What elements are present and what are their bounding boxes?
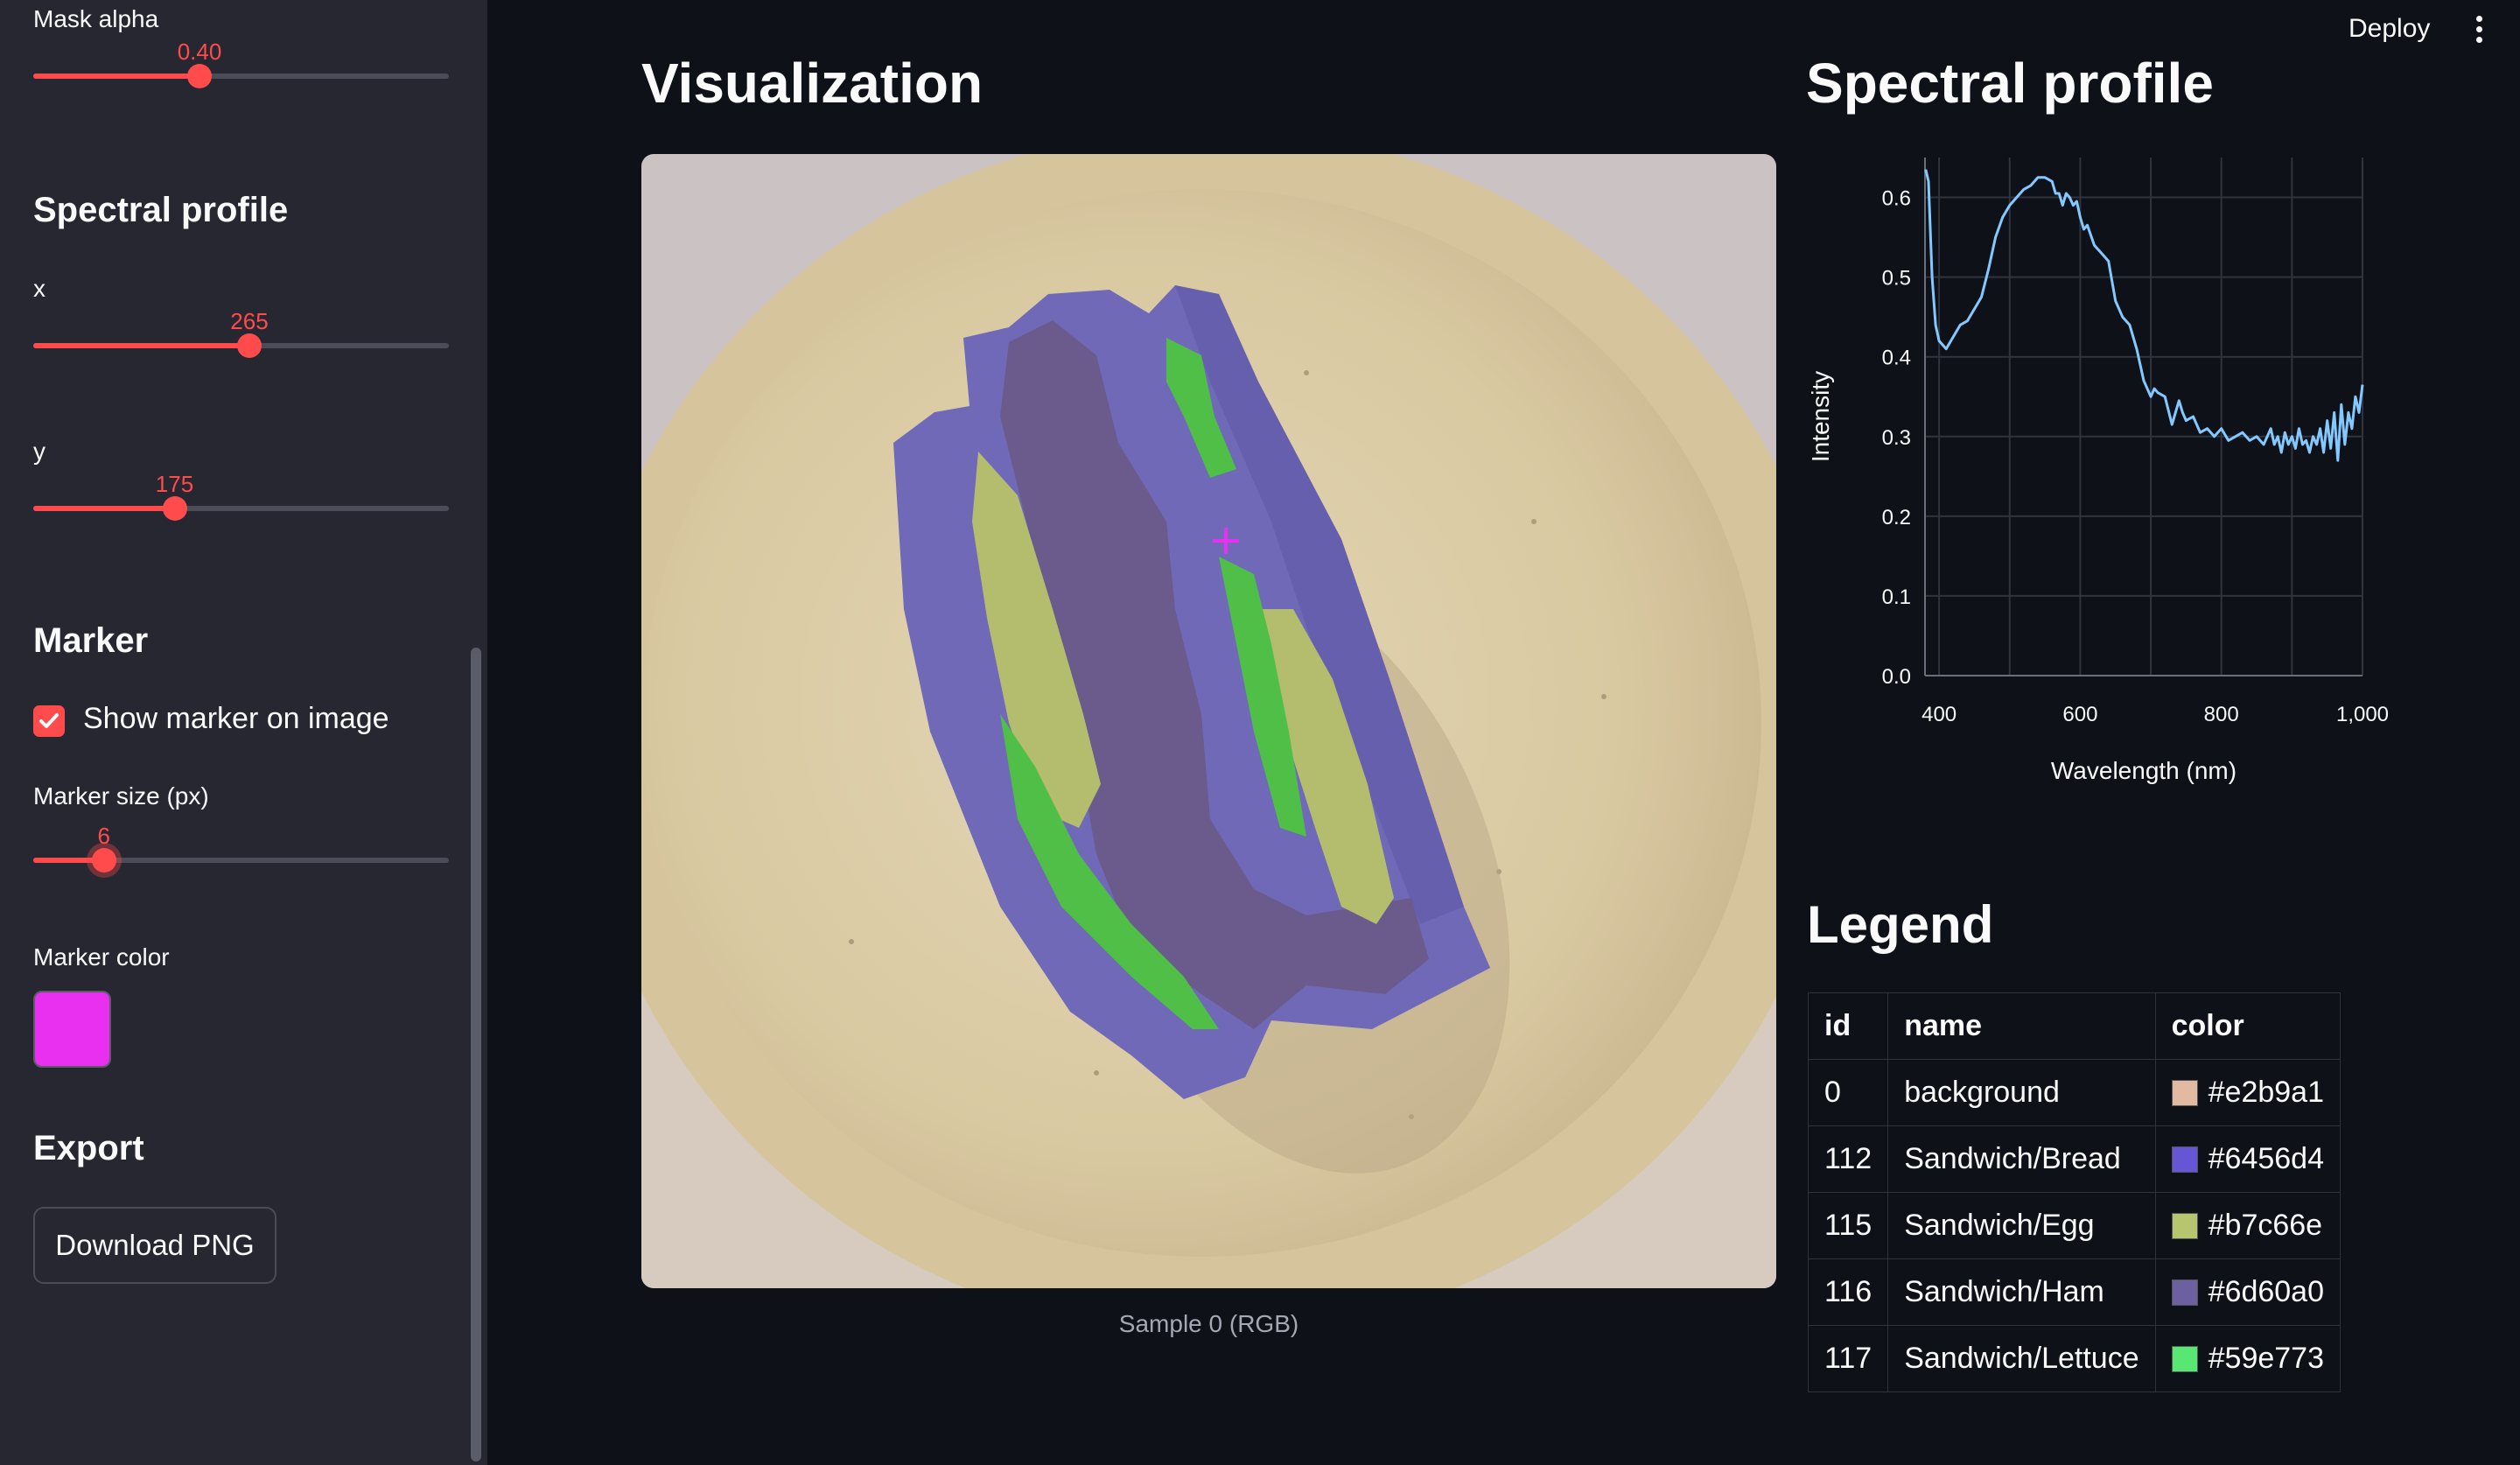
slider-value: 265 [230,308,269,334]
marker-color-picker[interactable] [33,991,111,1068]
marker-size-slider[interactable]: 6 [33,823,449,875]
color-hex: #6d60a0 [2208,1275,2324,1308]
y-axis-label: Intensity [1807,371,1834,462]
color-swatch [2171,1080,2198,1106]
download-png-button[interactable]: Download PNG [33,1207,276,1284]
mask-alpha-slider[interactable]: 0.40 [33,39,449,91]
column-header-id[interactable]: id [1807,992,1889,1060]
table-row: 117 Sandwich/Lettuce #59e773 [1807,1325,2342,1392]
cell-color: #b7c66e [2154,1192,2342,1259]
cell-color: #59e773 [2154,1325,2342,1392]
x-slider[interactable]: 265 [33,308,449,361]
mask-alpha-label: Mask alpha [33,5,159,32]
color-swatch [2171,1213,2198,1239]
kebab-dot [2476,16,2482,22]
slider-thumb[interactable] [237,333,262,358]
color-swatch [2171,1279,2198,1306]
cell-id: 117 [1807,1325,1889,1392]
color-swatch [2171,1146,2198,1173]
cell-name: Sandwich/Lettuce [1887,1325,2156,1392]
x-tick-label: 1,000 [2336,703,2389,726]
cell-id: 115 [1807,1192,1889,1259]
cell-name: Sandwich/Egg [1887,1192,2156,1259]
cell-name: Sandwich/Ham [1887,1258,2156,1326]
visualization-title: Visualization [641,52,984,115]
legend-header-row: id name color [1807,992,2342,1060]
visualization-caption: Sample 0 (RGB) [1118,1310,1299,1337]
slider-fill [33,506,175,511]
cell-name: background [1887,1059,2156,1126]
x-axis-label: Wavelength (nm) [2051,757,2236,784]
checkmark-icon [39,713,59,728]
marker-heading: Marker [33,621,149,660]
visualization-image[interactable] [641,154,1776,1288]
spectral-profile-heading: Spectral profile [33,191,289,229]
table-row: 0 background #e2b9a1 [1807,1059,2342,1126]
show-marker-label[interactable]: Show marker on image [83,702,389,736]
cell-id: 116 [1807,1258,1889,1326]
sidebar: Mask alpha 0.40 Spectral profile x 265 y… [0,0,487,1465]
slider-fill [33,74,200,79]
color-swatch [2171,1346,2198,1372]
y-tick-label: 0.2 [1882,506,1911,529]
cell-color: #6456d4 [2154,1125,2342,1193]
y-tick-label: 0.3 [1882,426,1911,450]
spectral-chart-svg: 0.0 0.1 0.2 0.3 0.4 0.5 0.6 400 600 800 1,000 Wavel… [1807,158,2389,784]
cell-color: #6d60a0 [2154,1258,2342,1326]
slider-value: 0.40 [177,39,222,65]
y-tick-label: 0.1 [1882,585,1911,609]
legend-title: Legend [1807,895,1994,954]
x-tick-label: 400 [1922,703,1956,726]
column-header-name[interactable]: name [1887,992,2156,1060]
marker-size-label: Marker size (px) [33,782,209,810]
y-tick-label: 0.5 [1882,267,1911,291]
kebab-dot [2476,26,2482,32]
slider-value: 175 [155,471,194,497]
cell-color: #e2b9a1 [2154,1059,2342,1126]
kebab-dot [2476,37,2482,43]
color-hex: #e2b9a1 [2208,1076,2324,1109]
x-tick-label: 600 [2062,703,2097,726]
spectral-profile-title: Spectral profile [1806,52,2214,115]
main-menu-icon[interactable] [2470,14,2488,46]
slider-thumb[interactable] [187,64,212,88]
cell-name: Sandwich/Bread [1887,1125,2156,1193]
slider-fill [33,343,249,348]
color-hex: #b7c66e [2208,1209,2323,1242]
sidebar-scrollbar[interactable] [471,648,481,1461]
y-tick-label: 0.0 [1882,665,1911,689]
x-label: x [33,275,46,302]
spectral-chart: 0.0 0.1 0.2 0.3 0.4 0.5 0.6 400 600 800 1,000 Wavel… [1802,140,2398,805]
y-slider[interactable]: 175 [33,471,449,523]
table-row: 116 Sandwich/Ham #6d60a0 [1807,1258,2342,1326]
show-marker-checkbox[interactable] [33,705,65,737]
series-line [1924,169,2364,462]
marker-color-label: Marker color [33,943,170,971]
legend-table: id name color 0 background #e2b9a1 112 S… [1807,992,2342,1392]
table-row: 112 Sandwich/Bread #6456d4 [1807,1125,2342,1193]
cell-id: 112 [1807,1125,1889,1193]
export-heading: Export [33,1129,144,1167]
slider-thumb[interactable] [162,496,187,521]
y-tick-label: 0.6 [1882,187,1911,211]
y-label: y [33,438,46,465]
cell-id: 0 [1807,1059,1889,1126]
segmentation-overlay-image [641,154,1776,1288]
x-tick-label: 800 [2204,703,2239,726]
table-row: 115 Sandwich/Egg #b7c66e [1807,1192,2342,1259]
y-tick-label: 0.4 [1882,347,1911,370]
column-header-color[interactable]: color [2154,992,2342,1060]
color-hex: #6456d4 [2208,1142,2324,1175]
slider-value: 6 [97,823,110,849]
deploy-button[interactable]: Deploy [2348,14,2430,44]
color-hex: #59e773 [2208,1342,2324,1375]
slider-thumb[interactable] [91,848,116,873]
